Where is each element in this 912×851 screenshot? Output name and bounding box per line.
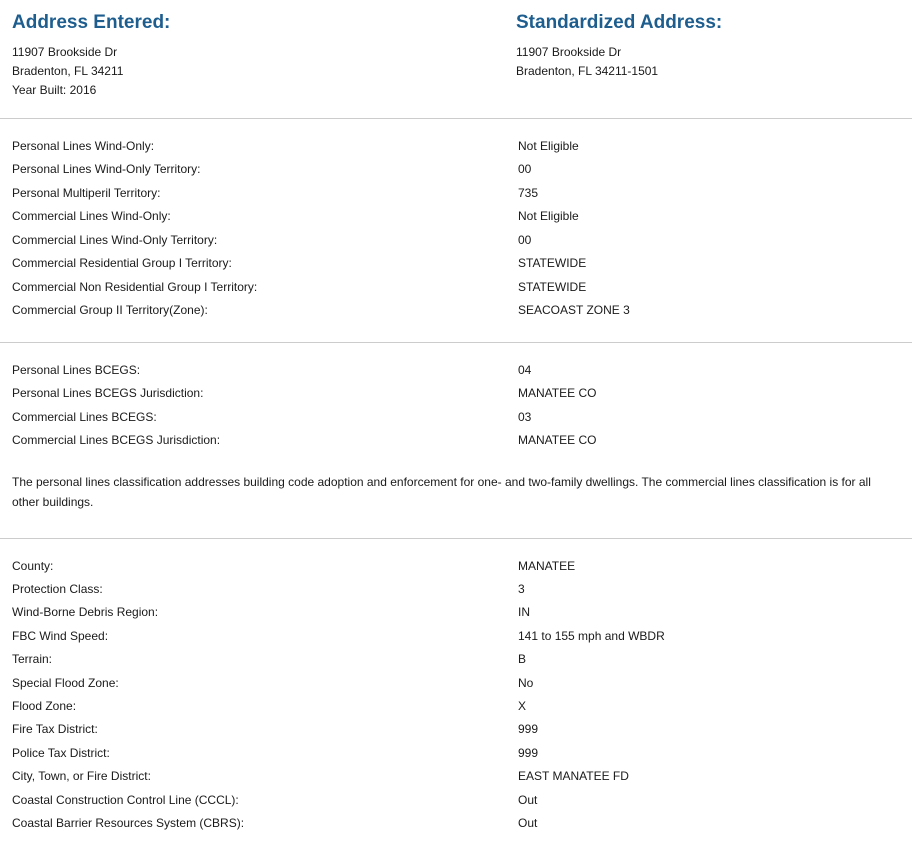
row-value: B bbox=[518, 652, 527, 666]
info-row: City, Town, or Fire District: EAST MANATE… bbox=[0, 766, 912, 786]
row-label: Commercial Lines Wind-Only Territory: bbox=[12, 233, 218, 247]
row-label: Coastal Barrier Resources System (CBRS): bbox=[12, 816, 245, 830]
info-row: Commercial Lines BCEGS: 03 bbox=[0, 407, 912, 427]
row-value: Out bbox=[518, 816, 538, 830]
row-label: Personal Lines Wind-Only: bbox=[12, 139, 155, 153]
standardized-address-title: Standardized Address: bbox=[516, 12, 723, 33]
divider bbox=[0, 118, 912, 119]
row-label: Commercial Group II Territory(Zone): bbox=[12, 303, 208, 317]
row-value: Not Eligible bbox=[518, 139, 579, 153]
row-value: 00 bbox=[518, 162, 532, 176]
info-row: Special Flood Zone: No bbox=[0, 673, 912, 693]
row-value: 00 bbox=[518, 233, 532, 247]
row-label: Commercial Lines Wind-Only: bbox=[12, 209, 171, 223]
info-row: Commercial Residential Group I Territory… bbox=[0, 253, 912, 273]
row-label: Personal Lines Wind-Only Territory: bbox=[12, 162, 201, 176]
row-value: 141 to 155 mph and WBDR bbox=[518, 629, 665, 643]
row-value: MANATEE bbox=[518, 559, 576, 573]
info-row: Personal Lines Wind-Only: Not Eligible bbox=[0, 136, 912, 156]
row-label: Personal Multiperil Territory: bbox=[12, 186, 161, 200]
info-row: Protection Class: 3 bbox=[0, 579, 912, 599]
row-value: X bbox=[518, 699, 527, 713]
row-value: Not Eligible bbox=[518, 209, 579, 223]
info-row: Personal Multiperil Territory: 735 bbox=[0, 183, 912, 203]
info-row: Wind-Borne Debris Region: IN bbox=[0, 602, 912, 622]
entered-street: 11907 Brookside Dr bbox=[12, 45, 118, 59]
info-row: Personal Lines BCEGS: 04 bbox=[0, 360, 912, 380]
info-row: Commercial Non Residential Group I Terri… bbox=[0, 277, 912, 297]
row-label: Commercial Non Residential Group I Terri… bbox=[12, 280, 258, 294]
info-row: Commercial Group II Territory(Zone): SEAC… bbox=[0, 300, 912, 320]
row-value: STATEWIDE bbox=[518, 280, 587, 294]
info-row: Flood Zone: X bbox=[0, 696, 912, 716]
info-row: Personal Lines Wind-Only Territory: 00 bbox=[0, 159, 912, 179]
row-label: Commercial Residential Group I Territory… bbox=[12, 256, 232, 270]
info-row: Commercial Lines Wind-Only Territory: 00 bbox=[0, 230, 912, 250]
row-label: Flood Zone: bbox=[12, 699, 77, 713]
row-label: Wind-Borne Debris Region: bbox=[12, 605, 159, 619]
row-label: Protection Class: bbox=[12, 582, 103, 596]
row-value: 999 bbox=[518, 746, 539, 760]
divider bbox=[0, 538, 912, 539]
standardized-address-block: Standardized Address: 11907 Brookside Dr… bbox=[516, 12, 722, 81]
row-label: County: bbox=[12, 559, 54, 573]
row-label: Police Tax District: bbox=[12, 746, 110, 760]
info-row: Personal Lines BCEGS Jurisdiction: MANATE… bbox=[0, 383, 912, 403]
row-label: Fire Tax District: bbox=[12, 722, 98, 736]
info-row: Coastal Construction Control Line (CCCL)… bbox=[0, 790, 912, 810]
row-value: 3 bbox=[518, 582, 525, 596]
row-label: Personal Lines BCEGS: bbox=[12, 363, 141, 377]
entered-city-state-zip: Bradenton, FL 34211 bbox=[12, 64, 124, 78]
info-row: Police Tax District: 999 bbox=[0, 743, 912, 763]
info-row: Terrain: B bbox=[0, 649, 912, 669]
row-label: Personal Lines BCEGS Jurisdiction: bbox=[12, 386, 204, 400]
row-label: FBC Wind Speed: bbox=[12, 629, 109, 643]
info-row: Commercial Lines BCEGS Jurisdiction: MANA… bbox=[0, 430, 912, 450]
row-value: MANATEE CO bbox=[518, 433, 597, 447]
row-label: Special Flood Zone: bbox=[12, 676, 119, 690]
row-label: City, Town, or Fire District: bbox=[12, 769, 151, 783]
row-value: No bbox=[518, 676, 534, 690]
row-label: Terrain: bbox=[12, 652, 53, 666]
entered-year-built: Year Built: 2016 bbox=[12, 83, 97, 97]
bcegs-note: The personal lines classification addres… bbox=[12, 475, 871, 509]
info-row: Fire Tax District: 999 bbox=[0, 719, 912, 739]
row-value: MANATEE CO bbox=[518, 386, 597, 400]
row-value: IN bbox=[518, 605, 530, 619]
info-row: Coastal Barrier Resources System (CBRS):… bbox=[0, 813, 912, 833]
standardized-city-state-zip: Bradenton, FL 34211-1501 bbox=[516, 64, 659, 78]
address-entered-title: Address Entered: bbox=[12, 12, 171, 33]
info-row: County: MANATEE bbox=[0, 556, 912, 576]
row-value: 735 bbox=[518, 186, 539, 200]
row-value: STATEWIDE bbox=[518, 256, 587, 270]
row-label: Coastal Construction Control Line (CCCL)… bbox=[12, 793, 239, 807]
row-value: 04 bbox=[518, 363, 532, 377]
standardized-street: 11907 Brookside Dr bbox=[516, 45, 622, 59]
row-value: Out bbox=[518, 793, 538, 807]
row-value: SEACOAST ZONE 3 bbox=[518, 303, 630, 317]
row-label: Commercial Lines BCEGS Jurisdiction: bbox=[12, 433, 221, 447]
row-value: 03 bbox=[518, 410, 532, 424]
info-row: FBC Wind Speed: 141 to 155 mph and WBDR bbox=[0, 626, 912, 646]
row-value: 999 bbox=[518, 722, 539, 736]
row-label: Commercial Lines BCEGS: bbox=[12, 410, 157, 424]
row-value: EAST MANATEE FD bbox=[518, 769, 629, 783]
address-entered-block: Address Entered: 11907 Brookside Dr Brad… bbox=[12, 12, 170, 100]
info-row: Commercial Lines Wind-Only: Not Eligible bbox=[0, 206, 912, 226]
divider bbox=[0, 342, 912, 343]
